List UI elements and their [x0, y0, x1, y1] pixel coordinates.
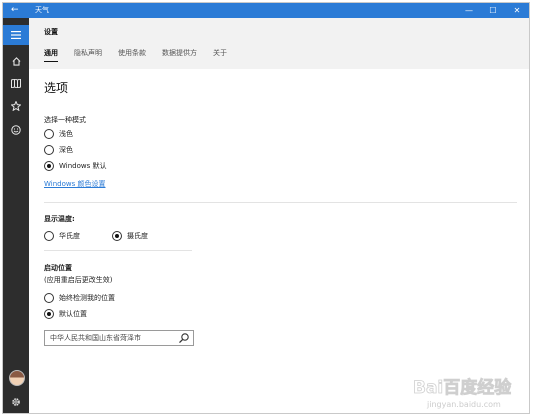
- radio-default-location-circle[interactable]: [44, 309, 54, 319]
- location-search-input[interactable]: 中华人民共和国山东省菏泽市: [44, 330, 194, 346]
- page-title: 设置: [44, 28, 58, 36]
- mode-label: 选择一种模式: [44, 116, 86, 124]
- radio-fahrenheit-circle[interactable]: [44, 231, 54, 241]
- tab-general[interactable]: 通用: [44, 48, 58, 62]
- radio-always-detect-location[interactable]: 始终检测我的位置: [44, 293, 115, 303]
- maximize-button[interactable]: ☐: [482, 3, 504, 18]
- favorites-star-icon[interactable]: [3, 96, 29, 116]
- tab-terms[interactable]: 使用条款: [118, 48, 146, 61]
- settings-header: 设置 通用 隐私声明 使用条款 数据提供方 关于: [29, 18, 529, 69]
- radio-windows-default-circle[interactable]: [44, 161, 54, 171]
- weather-settings-window: ← 天气 — ☐ ✕ 设置 通用 隐私声明 使用条款 数据提供方 关于 选项 选…: [2, 2, 530, 414]
- settings-tabs: 通用 隐私声明 使用条款 数据提供方 关于: [44, 48, 243, 62]
- radio-fahrenheit[interactable]: 华氏度: [44, 231, 80, 241]
- back-arrow-icon[interactable]: ←: [11, 4, 19, 17]
- tab-data-providers[interactable]: 数据提供方: [162, 48, 197, 61]
- radio-light-mode[interactable]: 浅色: [44, 129, 73, 139]
- temperature-label: 显示温度:: [44, 215, 75, 223]
- radio-default-location-label: 默认位置: [59, 310, 87, 318]
- left-navigation-rail: [3, 18, 29, 413]
- title-bar: ← 天气 — ☐ ✕: [3, 3, 529, 18]
- radio-windows-default-label: Windows 默认: [59, 162, 107, 170]
- watermark-logo-text: Bai百度经验: [413, 377, 512, 398]
- radio-always-detect-label: 始终检测我的位置: [59, 294, 115, 302]
- radio-dark-circle[interactable]: [44, 145, 54, 155]
- watermark-url-text: jingyan.baidu.com: [426, 400, 501, 409]
- radio-dark-label: 深色: [59, 146, 73, 154]
- smiley-icon[interactable]: [3, 120, 29, 140]
- radio-always-detect-circle[interactable]: [44, 293, 54, 303]
- windows-color-settings-link[interactable]: Windows 颜色设置: [44, 179, 105, 189]
- avatar[interactable]: [9, 370, 25, 386]
- radio-default-location[interactable]: 默认位置: [44, 309, 87, 319]
- launch-location-note: (应用重启后更改生效): [44, 276, 113, 284]
- minimize-button[interactable]: —: [458, 3, 480, 18]
- radio-fahrenheit-label: 华氏度: [59, 232, 80, 240]
- radio-light-label: 浅色: [59, 130, 73, 138]
- section-title-options: 选项: [44, 81, 69, 95]
- radio-celsius[interactable]: 摄氏度: [112, 231, 148, 241]
- search-icon[interactable]: [178, 332, 190, 344]
- gear-icon[interactable]: [3, 392, 29, 412]
- baidu-jingyan-watermark: Bai百度经验 jingyan.baidu.com: [413, 377, 513, 409]
- radio-celsius-label: 摄氏度: [127, 232, 148, 240]
- home-icon[interactable]: [3, 51, 29, 71]
- radio-dark-mode[interactable]: 深色: [44, 145, 73, 155]
- launch-location-label: 启动位置: [44, 264, 72, 272]
- divider: [44, 250, 192, 251]
- close-button[interactable]: ✕: [506, 3, 528, 18]
- radio-windows-default-mode[interactable]: Windows 默认: [44, 161, 106, 171]
- tab-about[interactable]: 关于: [213, 48, 227, 61]
- divider: [44, 202, 517, 203]
- tab-privacy[interactable]: 隐私声明: [74, 48, 102, 61]
- radio-light-circle[interactable]: [44, 129, 54, 139]
- radio-celsius-circle[interactable]: [112, 231, 122, 241]
- app-title: 天气: [35, 6, 49, 14]
- maps-icon[interactable]: [3, 73, 29, 93]
- location-search-value: 中华人民共和国山东省菏泽市: [50, 334, 141, 342]
- settings-content: 选项 选择一种模式 浅色 深色 Windows 默认 Windows 颜色设置 …: [29, 69, 529, 413]
- hamburger-menu-icon[interactable]: [3, 25, 29, 45]
